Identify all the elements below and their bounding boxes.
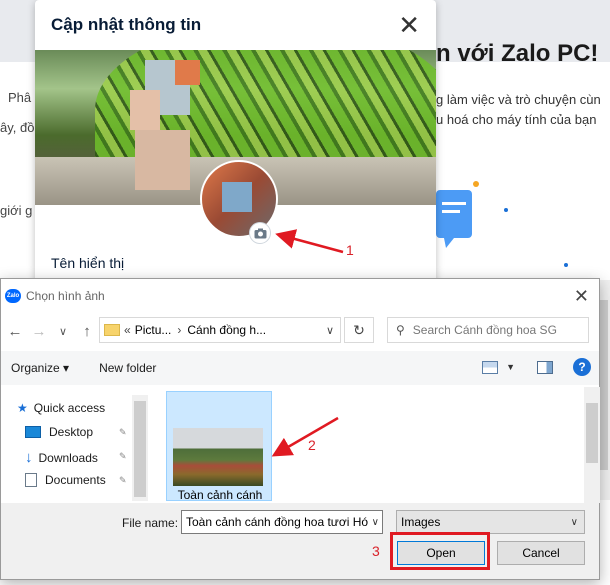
toolbar-right: ▼ ?	[482, 358, 591, 376]
pixelated-person	[175, 60, 200, 85]
image-thumbnail	[173, 428, 263, 486]
dialog-titlebar: Zalo Chọn hình ảnh ✕	[1, 279, 599, 313]
file-name-label: File name:	[122, 516, 179, 530]
bg-fragment: Phâ	[8, 90, 32, 105]
welcome-subtext: u hoá cho máy tính của bạn	[436, 112, 597, 127]
organize-button[interactable]: Organize ▾	[1, 361, 79, 375]
dialog-footer: File name: Toàn cảnh cánh đồng hoa tươi …	[1, 503, 599, 579]
refresh-button[interactable]: ↻	[344, 317, 374, 343]
avatar-area	[200, 160, 305, 248]
forward-arrow-icon[interactable]: →	[27, 323, 51, 340]
chevron-right-icon: ›	[177, 323, 182, 337]
highlight-box	[390, 532, 490, 570]
modal-title: Cập nhật thông tin	[51, 15, 202, 34]
step-2-label: 2	[308, 437, 316, 453]
nav-scrollbar-thumb[interactable]	[134, 401, 146, 497]
step-1-label: 1	[346, 242, 354, 258]
search-icon: ⚲	[396, 323, 405, 337]
nav-item-label: Quick access	[33, 401, 106, 415]
documents-icon	[25, 473, 37, 487]
change-view-icon[interactable]	[482, 360, 499, 374]
file-name-input[interactable]: Toàn cảnh cánh đồng hoa tươi Hó ∨	[181, 510, 383, 534]
nav-item-label: Downloads	[38, 450, 98, 465]
search-placeholder: Search Cánh đồng hoa SG	[412, 323, 557, 337]
camera-icon[interactable]	[249, 222, 271, 244]
modal-header: Cập nhật thông tin ✕	[35, 0, 436, 50]
pin-icon: ✎	[119, 451, 127, 461]
nav-desktop[interactable]: Desktop	[25, 425, 93, 439]
new-folder-button[interactable]: New folder	[89, 361, 166, 375]
nav-downloads[interactable]: ↓ Downloads	[25, 449, 98, 466]
nav-item-label: Documents	[45, 473, 106, 487]
view-dropdown-icon[interactable]: ▼	[506, 362, 515, 372]
desktop-icon	[25, 426, 41, 438]
breadcrumb-folder[interactable]: Cánh đồng h...	[187, 323, 266, 337]
address-overflow[interactable]: «	[124, 323, 131, 337]
bg-fragment: ây, đồ	[0, 120, 35, 135]
nav-quick-access[interactable]: ★ Quick access	[17, 401, 105, 415]
display-name-label: Tên hiển thị	[51, 255, 125, 271]
folder-icon	[104, 324, 120, 336]
preview-pane-icon[interactable]	[537, 360, 553, 374]
pin-icon: ✎	[119, 475, 127, 485]
help-icon[interactable]: ?	[573, 358, 591, 376]
chevron-down-icon[interactable]: ∨	[326, 324, 340, 337]
breadcrumb-pictures[interactable]: Pictu...	[135, 323, 172, 337]
welcome-subtext: g làm việc và trò chuyện cùn	[436, 92, 601, 107]
bg-fragment: giới g	[0, 203, 33, 218]
file-list-scrollbar-thumb[interactable]	[586, 403, 598, 463]
star-icon: ★	[17, 401, 28, 415]
dialog-title: Chọn hình ảnh	[26, 289, 105, 303]
welcome-illustration	[436, 181, 568, 267]
dialog-close-icon[interactable]: ✕	[574, 286, 589, 307]
navigation-pane: ★ Quick access Desktop ↓ Downloads Docum…	[1, 387, 149, 497]
close-icon[interactable]: ✕	[398, 12, 420, 38]
file-type-value: Images	[401, 515, 441, 529]
dropdown-recent-icon[interactable]: ∨	[51, 325, 75, 338]
address-row: ← → ∨ ↑ « Pictu... › Cánh đồng h... ∨ ↻ …	[1, 313, 601, 349]
dialog-toolbar: Organize ▾ New folder ▼ ?	[1, 351, 599, 385]
file-type-select[interactable]: Images ∨	[396, 510, 585, 534]
chevron-down-icon: ∨	[570, 516, 578, 528]
address-bar[interactable]: « Pictu... › Cánh đồng h... ∨	[99, 317, 341, 343]
step-3-label: 3	[372, 543, 380, 559]
pin-icon: ✎	[119, 427, 127, 437]
nav-documents[interactable]: Documents	[25, 473, 106, 487]
welcome-headline: n với Zalo PC!	[436, 40, 599, 67]
file-picker-dialog: Zalo Chọn hình ảnh ✕ ← → ∨ ↑ « Pictu... …	[0, 278, 600, 580]
zalo-logo-icon: Zalo	[5, 289, 21, 303]
cancel-button[interactable]: Cancel	[497, 541, 585, 565]
file-item-name: Toàn cảnh cánh	[177, 488, 263, 502]
refresh-icon: ↻	[353, 321, 365, 338]
chevron-down-icon[interactable]: ∨	[369, 516, 379, 528]
update-info-modal: Cập nhật thông tin ✕ Tên hiển thị	[35, 0, 436, 300]
search-input[interactable]: ⚲ Search Cánh đồng hoa SG	[387, 317, 589, 343]
pixelated-person	[130, 90, 160, 130]
up-arrow-icon[interactable]: ↑	[75, 323, 99, 340]
file-list: Toàn cảnh cánh	[166, 389, 584, 502]
back-arrow-icon[interactable]: ←	[3, 323, 27, 340]
file-name-value: Toàn cảnh cánh đồng hoa tươi Hó	[186, 515, 369, 529]
pixelated-person	[135, 130, 190, 190]
file-item-selected[interactable]: Toàn cảnh cánh	[166, 391, 272, 502]
nav-item-label: Desktop	[49, 425, 94, 439]
download-icon: ↓	[25, 449, 33, 466]
